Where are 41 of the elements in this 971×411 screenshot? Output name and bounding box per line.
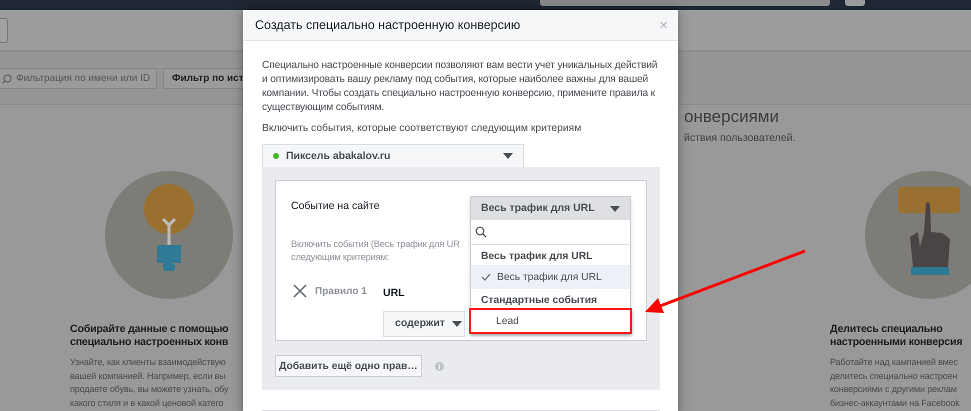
search-icon	[2, 74, 12, 84]
hint-text: Включить события (Весь трафик для UR	[291, 238, 460, 252]
rule-label: Правило 1	[315, 285, 368, 300]
field-label: Событие на сайте	[291, 199, 380, 214]
menu-item[interactable]: Весь трафик для URL	[471, 265, 630, 290]
intro-text: Специально настроенные конверсии позволяют вам вести учет уникальных действий и оптимизировать вашу рекламу под события, которые наиболее важны для вашей компании. Чтобы создать специально настроенную конверсию, примените правила к существующим событиям.	[262, 59, 658, 115]
criteria-label: Включить события, которые соответствуют следующим критериям	[262, 122, 582, 136]
feature-text: какого стиля и в какой ценовой катего	[70, 396, 224, 410]
info-icon[interactable]	[434, 362, 444, 371]
modal-title: Создать специально настроенную конверсию	[255, 16, 520, 34]
feature-title: настроенными конверсия	[830, 336, 962, 349]
feature-text: Работайте над кампанией вмес	[830, 356, 959, 369]
hint-text: следующим критериям:	[291, 251, 390, 264]
toolbar-button[interactable]	[845, 0, 865, 6]
filter-button[interactable]: Фильтр по ист	[163, 68, 245, 89]
search-icon	[475, 226, 487, 238]
feature-title: Делитесь специально	[830, 323, 944, 336]
add-rule-button[interactable]: Добавить ещё одно прав…	[275, 355, 422, 378]
feature-text: бизнес-аккаунтами на Facebook	[830, 396, 960, 410]
caret-icon	[503, 153, 513, 160]
check-icon	[481, 272, 491, 282]
field-label: URL	[383, 286, 406, 302]
section-subtitle: йствия пользователей.	[684, 131, 796, 146]
feature-text: конверсиями с другими реклам	[830, 383, 958, 396]
menu-group-label: Весь трафик для URL	[480, 250, 594, 264]
feature-title: Собирайте данные с помощью	[70, 323, 228, 336]
operator-dropdown[interactable]: содержит	[383, 310, 465, 337]
feature-text: продаете обувь, вы можете узнать, обу	[70, 383, 228, 396]
search-field[interactable]: Фильтрация по имени или ID	[0, 68, 157, 89]
menu-item[interactable]: Lead	[470, 309, 631, 334]
caret-icon	[452, 320, 462, 327]
feature-text: вашей компанией. Например, если вы	[70, 370, 227, 383]
pixel-dropdown[interactable]: Пиксель abakalov.ru	[262, 144, 524, 168]
feature-title: специально настроенных конв	[70, 336, 228, 349]
feature-text: Узнайте, как клиенты взаимодействую	[70, 356, 227, 369]
caret-icon	[610, 206, 620, 212]
section-heading: онверсиями	[684, 107, 780, 127]
close-icon[interactable]	[293, 284, 307, 298]
event-dropdown[interactable]: Весь трафик для URL	[471, 197, 630, 220]
feature-text: делитесь специально настроен	[830, 370, 958, 383]
menu-group-label: Стандартные события	[480, 294, 598, 308]
